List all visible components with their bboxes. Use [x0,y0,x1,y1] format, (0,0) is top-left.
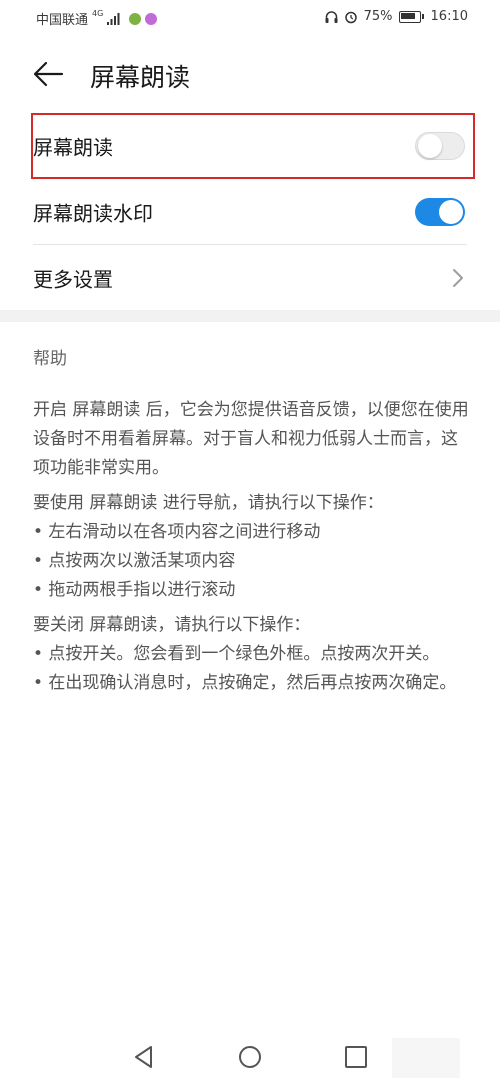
help-close-step: • 在出现确认消息时，点按确定，然后再点按两次确定。 [33,673,457,693]
nav-back-icon[interactable] [131,1044,157,1070]
more-settings-label: 更多设置 [33,267,113,292]
status-left: 中国联通 4G [36,9,158,28]
help-navigate-step: • 左右滑动以在各项内容之间进行移动 [33,522,321,542]
help-navigate-group: 要使用 屏幕朗读 进行导航，请执行以下操作： • 左右滑动以在各项内容之间进行移… [33,489,469,605]
carrier-name: 中国联通 [36,13,89,28]
watermark-row[interactable]: 屏幕朗读水印 [33,182,467,242]
header: 屏幕朗读 [0,46,500,102]
help-navigate-step: • 拖动两根手指以进行滚动 [33,580,236,600]
section-separator [0,310,500,322]
highlight-annotation-box [31,113,475,179]
nav-home-icon[interactable] [237,1044,263,1070]
status-right: 75% 16:10 [325,9,468,24]
help-navigate-step: • 点按两次以激活某项内容 [33,551,236,571]
alarm-icon [344,11,357,23]
battery-percent: 75% [363,9,393,24]
status-bar: 中国联通 4G 75% 16:10 [0,0,500,36]
help-close-group: 要关闭 屏幕朗读，请执行以下操作： • 点按开关。您会看到一个绿色外框。点按两次… [33,611,469,698]
toggle-knob [439,200,463,224]
clock: 16:10 [430,9,468,24]
more-settings-row[interactable]: 更多设置 [33,248,467,308]
divider [33,244,467,245]
battery-icon [398,10,424,23]
app-notification-icon [145,12,158,25]
network-type: 4G [92,9,104,18]
help-title: 帮助 [33,349,67,369]
help-intro: 开启 屏幕朗读 后，它会为您提供语音反馈，以便您在使用设备时不用看着屏幕。对于盲… [33,400,469,478]
help-close-step: • 点按开关。您会看到一个绿色外框。点按两次开关。 [33,644,440,664]
help-close-heading: 要关闭 屏幕朗读，请执行以下操作： [33,615,311,635]
watermark-patch [392,1038,460,1078]
watermark-toggle[interactable] [415,198,465,226]
app-notification-icon [129,12,142,25]
headset-icon [325,10,338,23]
help-body: 开启 屏幕朗读 后，它会为您提供语音反馈，以便您在使用设备时不用看着屏幕。对于盲… [33,396,469,704]
chevron-right-icon [453,269,463,287]
nav-recents-icon[interactable] [343,1044,369,1070]
page-title: 屏幕朗读 [90,63,191,92]
help-navigate-heading: 要使用 屏幕朗读 进行导航，请执行以下操作： [33,493,384,513]
back-arrow-icon[interactable] [32,60,64,88]
signal-icon [107,12,120,25]
watermark-label: 屏幕朗读水印 [33,201,153,226]
